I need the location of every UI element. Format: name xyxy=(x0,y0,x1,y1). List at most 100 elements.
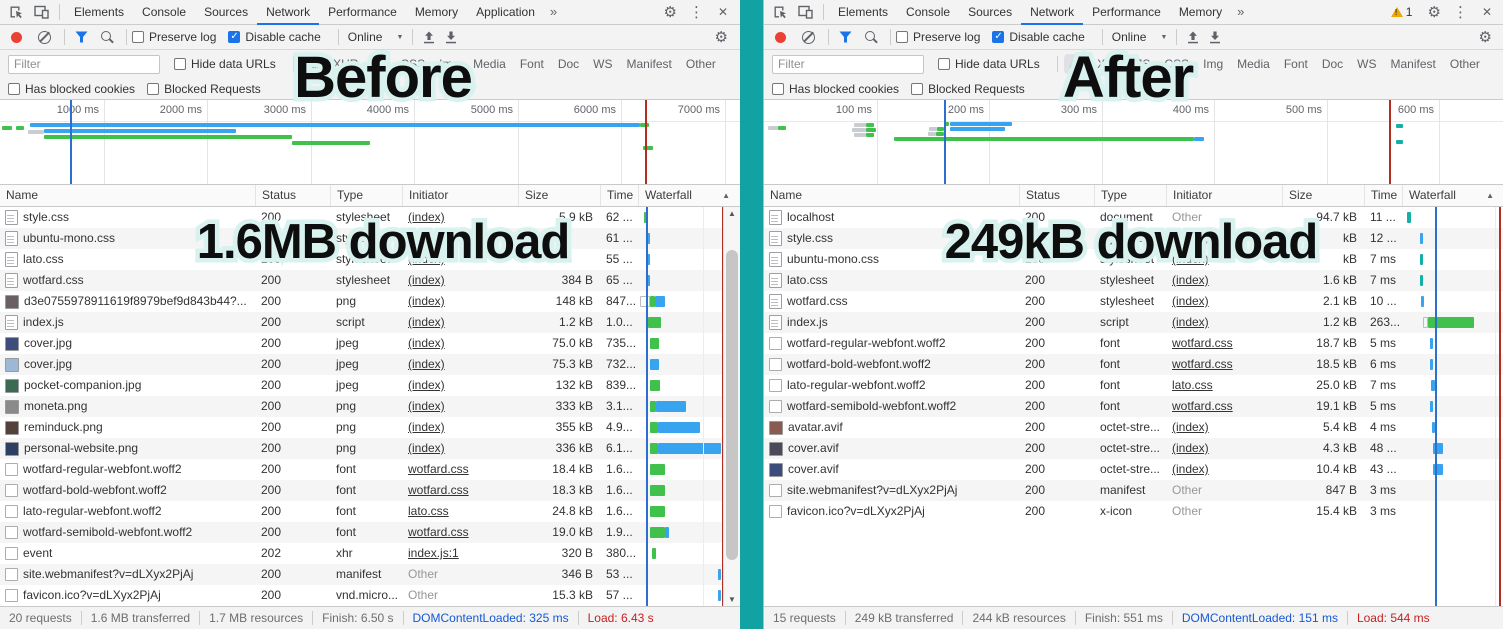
clear-icon[interactable] xyxy=(38,31,51,44)
tab-performance[interactable]: Performance xyxy=(319,0,406,25)
inspect-element-icon[interactable] xyxy=(4,5,29,20)
timeline-overview[interactable]: 100 ms200 ms300 ms400 ms500 ms600 ms xyxy=(764,100,1503,185)
tab-sources[interactable]: Sources xyxy=(959,0,1021,25)
network-settings-gear-icon[interactable]: ⚙ xyxy=(1473,25,1498,50)
close-icon[interactable]: ✕ xyxy=(710,0,736,25)
filter-pill-ws[interactable]: WS xyxy=(587,54,618,74)
preserve-log-checkbox-box[interactable] xyxy=(896,31,908,43)
column-header-initiator[interactable]: Initiator xyxy=(402,185,518,206)
column-header-waterfall[interactable]: Waterfall▲ xyxy=(1402,185,1503,206)
initiator-link[interactable]: (index) xyxy=(408,420,445,434)
table-row[interactable]: lato-regular-webfont.woff2200fontlato.cs… xyxy=(0,501,740,522)
table-row[interactable]: favicon.ico?v=dLXyx2PjAj200vnd.micro...O… xyxy=(0,585,740,606)
table-row[interactable]: wotfard-semibold-webfont.woff2200fontwot… xyxy=(764,396,1503,417)
tab-elements[interactable]: Elements xyxy=(829,0,897,25)
filter-funnel-icon[interactable] xyxy=(70,31,93,43)
table-row[interactable]: moneta.png200png(index)333 kB3.1... xyxy=(0,396,740,417)
disable-cache-checkbox[interactable]: Disable cache xyxy=(228,30,320,44)
tab-memory[interactable]: Memory xyxy=(406,0,467,25)
table-row[interactable]: wotfard-bold-webfont.woff2200fontwotfard… xyxy=(0,480,740,501)
tab-network[interactable]: Network xyxy=(1021,0,1083,25)
table-row[interactable]: lato-regular-webfont.woff2200fontlato.cs… xyxy=(764,375,1503,396)
tab-overflow-chevron[interactable]: » xyxy=(1231,0,1250,25)
filter-pill-media[interactable]: Media xyxy=(467,54,512,74)
close-icon[interactable]: ✕ xyxy=(1474,0,1500,25)
column-header-size[interactable]: Size xyxy=(1282,185,1364,206)
table-row[interactable]: avatar.avif200octet-stre...(index)5.4 kB… xyxy=(764,417,1503,438)
initiator-link[interactable]: wotfard.css xyxy=(408,525,469,539)
initiator-link[interactable]: (index) xyxy=(1172,462,1209,476)
filter-pill-media[interactable]: Media xyxy=(1231,54,1276,74)
initiator-link[interactable]: wotfard.css xyxy=(1172,399,1233,413)
tab-application[interactable]: Application xyxy=(467,0,544,25)
throttling-select[interactable]: Online▼ xyxy=(1108,30,1172,44)
table-row[interactable]: wotfard.css200stylesheet(index)384 B65 .… xyxy=(0,270,740,291)
filter-funnel-icon[interactable] xyxy=(834,31,857,43)
column-header-name[interactable]: Name xyxy=(764,185,1019,206)
device-toolbar-icon[interactable] xyxy=(793,5,818,19)
filter-input[interactable] xyxy=(8,55,160,74)
table-row[interactable]: index.js200script(index)1.2 kB263... xyxy=(764,312,1503,333)
initiator-link[interactable]: (index) xyxy=(408,378,445,392)
initiator-link[interactable]: (index) xyxy=(408,399,445,413)
preserve-log-checkbox[interactable]: Preserve log xyxy=(132,30,216,44)
table-row[interactable]: personal-website.png200png(index)336 kB6… xyxy=(0,438,740,459)
table-row[interactable]: d3e0755978911619f8979bef9d843b44?...200p… xyxy=(0,291,740,312)
table-row[interactable]: wotfard-regular-webfont.woff2200fontwotf… xyxy=(0,459,740,480)
preserve-log-checkbox[interactable]: Preserve log xyxy=(896,30,980,44)
tab-elements[interactable]: Elements xyxy=(65,0,133,25)
table-row[interactable]: event202xhrindex.js:1320 B380... xyxy=(0,543,740,564)
record-button[interactable] xyxy=(11,32,22,43)
blocked-requests-checkbox-box[interactable] xyxy=(911,83,923,95)
scrollbar[interactable]: ▲▼ xyxy=(723,207,740,606)
has-blocked-cookies-checkbox[interactable]: Has blocked cookies xyxy=(8,82,135,96)
scrollbar-thumb[interactable] xyxy=(726,250,738,560)
table-row[interactable]: wotfard-regular-webfont.woff2200fontwotf… xyxy=(764,333,1503,354)
device-toolbar-icon[interactable] xyxy=(29,5,54,19)
blocked-requests-checkbox-box[interactable] xyxy=(147,83,159,95)
blocked-requests-checkbox[interactable]: Blocked Requests xyxy=(147,82,261,96)
kebab-menu-icon[interactable]: ⋮ xyxy=(1447,0,1474,25)
timeline-overview[interactable]: 1000 ms2000 ms3000 ms4000 ms5000 ms6000 … xyxy=(0,100,740,185)
filter-pill-ws[interactable]: WS xyxy=(1351,54,1382,74)
hide-data-urls-checkbox-box[interactable] xyxy=(938,58,950,70)
filter-pill-doc[interactable]: Doc xyxy=(1316,54,1349,74)
filter-pill-font[interactable]: Font xyxy=(514,54,550,74)
disable-cache-checkbox[interactable]: Disable cache xyxy=(992,30,1084,44)
table-row[interactable]: favicon.ico?v=dLXyx2PjAj200x-iconOther15… xyxy=(764,501,1503,522)
filter-pill-other[interactable]: Other xyxy=(1444,54,1486,74)
column-header-type[interactable]: Type xyxy=(330,185,402,206)
filter-pill-other[interactable]: Other xyxy=(680,54,722,74)
column-header-name[interactable]: Name xyxy=(0,185,255,206)
search-icon[interactable] xyxy=(865,31,875,41)
network-settings-gear-icon[interactable]: ⚙ xyxy=(709,25,734,50)
initiator-link[interactable]: wotfard.css xyxy=(1172,336,1233,350)
initiator-link[interactable]: (index) xyxy=(408,315,445,329)
tab-network[interactable]: Network xyxy=(257,0,319,25)
initiator-link[interactable]: wotfard.css xyxy=(408,483,469,497)
table-row[interactable]: pocket-companion.jpg200jpeg(index)132 kB… xyxy=(0,375,740,396)
column-header-time[interactable]: Time xyxy=(1364,185,1402,206)
filter-pill-img[interactable]: Img xyxy=(1197,54,1229,74)
table-row[interactable]: wotfard-bold-webfont.woff2200fontwotfard… xyxy=(764,354,1503,375)
table-row[interactable]: site.webmanifest?v=dLXyx2PjAj200manifest… xyxy=(0,564,740,585)
record-button[interactable] xyxy=(775,32,786,43)
initiator-link[interactable]: (index) xyxy=(1172,441,1209,455)
import-har-icon[interactable] xyxy=(418,31,440,44)
export-har-icon[interactable] xyxy=(1204,31,1226,44)
disable-cache-checkbox-box[interactable] xyxy=(992,31,1004,43)
scroll-up-icon[interactable]: ▲ xyxy=(724,209,740,218)
tab-sources[interactable]: Sources xyxy=(195,0,257,25)
column-header-status[interactable]: Status xyxy=(1019,185,1094,206)
clear-icon[interactable] xyxy=(802,31,815,44)
initiator-link[interactable]: (index) xyxy=(1172,294,1209,308)
tab-performance[interactable]: Performance xyxy=(1083,0,1170,25)
preserve-log-checkbox-box[interactable] xyxy=(132,31,144,43)
hide-data-urls-checkbox[interactable]: Hide data URLs xyxy=(938,57,1040,71)
initiator-link[interactable]: (index) xyxy=(408,273,445,287)
blocked-requests-checkbox[interactable]: Blocked Requests xyxy=(911,82,1025,96)
initiator-link[interactable]: (index) xyxy=(1172,273,1209,287)
initiator-link[interactable]: (index) xyxy=(408,357,445,371)
table-row[interactable]: wotfard-semibold-webfont.woff2200fontwot… xyxy=(0,522,740,543)
column-header-status[interactable]: Status xyxy=(255,185,330,206)
